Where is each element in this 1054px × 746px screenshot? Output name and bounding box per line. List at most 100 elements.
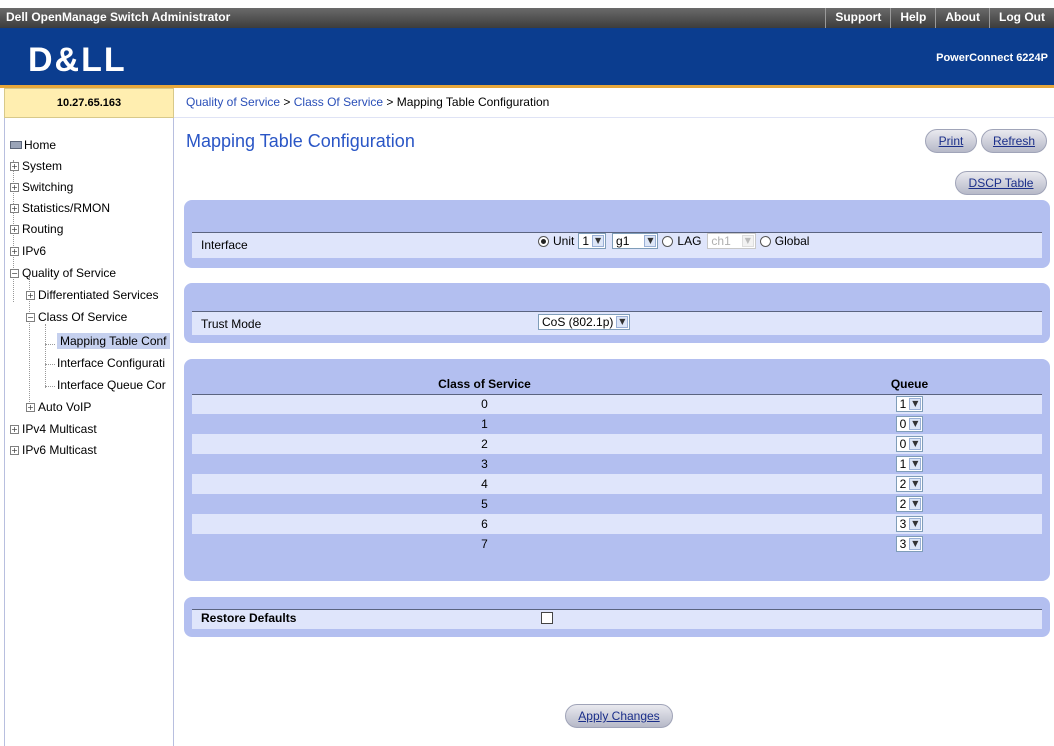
nav-tree: Home + System + Switching + Statistics/RMON…	[4, 118, 174, 746]
chevron-down-icon: ▼	[909, 538, 922, 550]
expand-icon[interactable]: +	[10, 203, 19, 213]
breadcrumb-separator: >	[383, 95, 397, 109]
nav-item-switching[interactable]: + Switching	[10, 180, 73, 194]
interface-label: Interface	[201, 238, 248, 252]
table-row: 3 1 ▼	[192, 454, 1042, 474]
header-banner: D&LL PowerConnect 6224P	[0, 28, 1054, 88]
nav-item-diffserv[interactable]: + Differentiated Services	[26, 288, 159, 302]
nav-item-statistics[interactable]: + Statistics/RMON	[10, 201, 110, 215]
ip-address: 10.27.65.163	[56, 97, 122, 109]
chevron-down-icon: ▼	[741, 235, 754, 247]
nav-item-ipv6[interactable]: + IPv6	[10, 244, 46, 258]
cos-mapping-table: Class of Service Queue 0 1 ▼ 1 0 ▼ 2 0 ▼ 3 …	[192, 374, 1042, 554]
nav-item-routing[interactable]: + Routing	[10, 222, 63, 236]
chevron-down-icon: ▼	[616, 316, 629, 328]
refresh-button[interactable]: Refresh	[981, 129, 1047, 153]
support-link[interactable]: Support	[825, 8, 890, 28]
expand-icon[interactable]: +	[26, 290, 35, 300]
apply-changes-button[interactable]: Apply Changes	[565, 704, 673, 728]
table-row: 5 2 ▼	[192, 494, 1042, 514]
cos-value: 1	[192, 414, 777, 434]
port-select[interactable]: g1 ▼	[612, 233, 659, 249]
nav-item-system[interactable]: + System	[10, 159, 62, 173]
lag-radio[interactable]	[662, 235, 674, 247]
dell-logo: D&LL	[28, 41, 127, 79]
nav-item-auto-voip[interactable]: + Auto VoIP	[26, 400, 91, 414]
ip-address-box: 10.27.65.163	[4, 88, 174, 118]
expand-icon[interactable]: +	[10, 424, 19, 434]
tree-line	[45, 364, 55, 365]
breadcrumb-qos[interactable]: Quality of Service	[186, 95, 280, 109]
expand-icon[interactable]: +	[10, 445, 19, 455]
trust-mode-label: Trust Mode	[201, 317, 262, 331]
tree-line	[45, 386, 55, 387]
queue-select[interactable]: 3 ▼	[895, 536, 924, 552]
collapse-icon[interactable]: −	[26, 312, 35, 322]
cos-value: 5	[192, 494, 777, 514]
trust-mode-panel	[184, 283, 1050, 343]
breadcrumb-cos[interactable]: Class Of Service	[294, 95, 383, 109]
device-model: PowerConnect 6224P	[936, 52, 1048, 64]
queue-select[interactable]: 0 ▼	[895, 436, 924, 452]
page-title: Mapping Table Configuration	[186, 131, 415, 151]
expand-icon[interactable]: +	[26, 402, 35, 412]
chevron-down-icon: ▼	[909, 458, 922, 470]
expand-icon[interactable]: +	[10, 224, 19, 234]
help-link[interactable]: Help	[890, 8, 935, 28]
queue-select[interactable]: 1 ▼	[895, 396, 924, 413]
breadcrumb: Quality of Service > Class Of Service > …	[174, 88, 1054, 118]
global-radio[interactable]	[759, 235, 771, 247]
table-row: 6 3 ▼	[192, 514, 1042, 534]
chevron-down-icon: ▼	[909, 518, 922, 530]
restore-defaults-panel	[184, 597, 1050, 637]
interface-selector: Unit 1 ▼ g1 ▼ LAG ch1 ▼ Global	[538, 233, 809, 249]
queue-select[interactable]: 2 ▼	[895, 476, 924, 492]
collapse-icon[interactable]: −	[10, 268, 19, 278]
queue-select[interactable]: 3 ▼	[895, 516, 924, 532]
nav-item-ipv6-multicast[interactable]: + IPv6 Multicast	[10, 443, 97, 457]
unit-radio[interactable]	[538, 235, 549, 247]
restore-defaults-checkbox[interactable]	[541, 612, 553, 624]
print-button[interactable]: Print	[925, 129, 977, 153]
nav-item-interface-config[interactable]: Interface Configurati	[57, 356, 165, 370]
expand-icon[interactable]: +	[10, 182, 19, 192]
global-label: Global	[774, 234, 810, 248]
queue-select[interactable]: 1 ▼	[895, 456, 924, 472]
nav-item-mapping-table[interactable]: Mapping Table Conf	[57, 333, 170, 349]
about-link[interactable]: About	[935, 8, 989, 28]
cos-value: 0	[192, 394, 777, 414]
tree-line	[45, 344, 55, 345]
lag-select: ch1 ▼	[707, 233, 756, 249]
unit-select[interactable]: 1 ▼	[578, 233, 607, 249]
title-bar: Dell OpenManage Switch Administrator Sup…	[0, 0, 1054, 28]
logout-link[interactable]: Log Out	[989, 8, 1054, 28]
chevron-down-icon: ▼	[909, 398, 922, 411]
table-row: 1 0 ▼	[192, 414, 1042, 434]
nav-item-qos[interactable]: − Quality of Service	[10, 266, 116, 280]
cos-value: 2	[192, 434, 777, 454]
chevron-down-icon: ▼	[909, 438, 922, 450]
queue-select[interactable]: 0 ▼	[895, 416, 924, 432]
unit-label: Unit	[553, 234, 575, 248]
chevron-down-icon: ▼	[909, 418, 922, 430]
queue-select[interactable]: 2 ▼	[895, 496, 924, 512]
nav-item-interface-queue[interactable]: Interface Queue Cor	[57, 378, 166, 392]
chevron-down-icon: ▼	[909, 478, 922, 490]
expand-icon[interactable]: +	[10, 161, 19, 171]
table-row: 2 0 ▼	[192, 434, 1042, 454]
nav-item-cos[interactable]: − Class Of Service	[26, 310, 127, 324]
nav-item-home[interactable]: Home	[10, 138, 56, 152]
queue-column-header: Queue	[777, 374, 1042, 395]
trust-mode-select[interactable]: CoS (802.1p) ▼	[538, 314, 631, 330]
cos-value: 4	[192, 474, 777, 494]
table-row: 0 1 ▼	[192, 394, 1042, 414]
cos-column-header: Class of Service	[192, 374, 777, 395]
expand-icon[interactable]: +	[10, 246, 19, 256]
breadcrumb-current: Mapping Table Configuration	[396, 95, 550, 109]
home-icon	[10, 141, 22, 149]
nav-item-ipv4-multicast[interactable]: + IPv4 Multicast	[10, 422, 97, 436]
app-title: Dell OpenManage Switch Administrator	[6, 10, 231, 24]
table-row: 4 2 ▼	[192, 474, 1042, 494]
dscp-table-button[interactable]: DSCP Table	[955, 171, 1047, 195]
table-row: 7 3 ▼	[192, 534, 1042, 554]
